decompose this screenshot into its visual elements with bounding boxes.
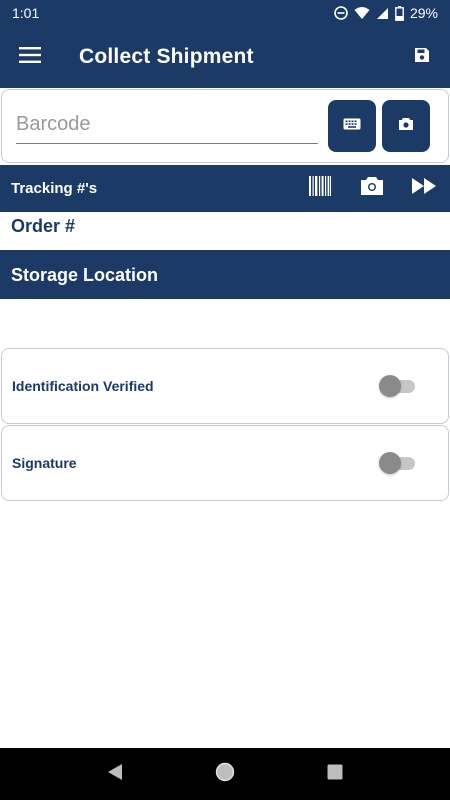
app-bar: Collect Shipment — [0, 26, 450, 88]
tracking-fast-forward-button[interactable] — [398, 165, 450, 212]
switch-thumb — [379, 452, 401, 474]
page-title: Collect Shipment — [79, 45, 254, 68]
save-icon — [414, 47, 430, 68]
tracking-camera-button[interactable] — [346, 165, 398, 212]
storage-location-bar[interactable]: Storage Location — [0, 251, 450, 299]
identification-verified-card: Identification Verified — [1, 348, 449, 424]
home-button[interactable] — [205, 754, 245, 794]
identification-verified-label: Identification Verified — [12, 378, 154, 394]
battery-percent: 29% — [409, 5, 438, 21]
system-nav-bar — [0, 748, 450, 800]
back-icon — [107, 763, 123, 786]
back-button[interactable] — [95, 754, 135, 794]
barcode-card — [1, 89, 449, 163]
signature-label: Signature — [12, 455, 77, 471]
do-not-disturb-icon — [334, 6, 348, 20]
cell-signal-icon — [376, 7, 389, 20]
signature-switch[interactable] — [379, 451, 415, 475]
barcode-camera-button[interactable] — [382, 100, 430, 152]
recents-button[interactable] — [315, 754, 355, 794]
keyboard-icon — [343, 117, 361, 135]
order-label: Order # — [11, 216, 76, 236]
switch-thumb — [379, 375, 401, 397]
tracking-bar: Tracking #'s — [0, 165, 450, 212]
identification-verified-switch[interactable] — [379, 374, 415, 398]
barcode-icon — [309, 176, 331, 201]
tracking-label: Tracking #'s — [11, 180, 98, 197]
battery-icon — [395, 5, 404, 21]
status-time: 1:01 — [12, 5, 40, 21]
camera-icon — [360, 176, 384, 201]
recents-icon — [327, 764, 343, 785]
save-button[interactable] — [394, 26, 450, 88]
tracking-barcode-button[interactable] — [294, 165, 346, 212]
menu-button[interactable] — [0, 26, 60, 88]
camera-icon — [398, 117, 414, 136]
storage-location-label: Storage Location — [11, 264, 159, 285]
signature-card: Signature — [1, 425, 449, 501]
wifi-icon — [354, 6, 370, 20]
hamburger-menu-icon — [19, 46, 41, 68]
status-bar: 1:01 29% — [0, 0, 450, 26]
fast-forward-icon — [412, 178, 436, 199]
barcode-input[interactable] — [16, 106, 318, 144]
home-icon — [215, 762, 235, 787]
keyboard-button[interactable] — [328, 100, 376, 152]
status-icons: 29% — [334, 5, 438, 21]
